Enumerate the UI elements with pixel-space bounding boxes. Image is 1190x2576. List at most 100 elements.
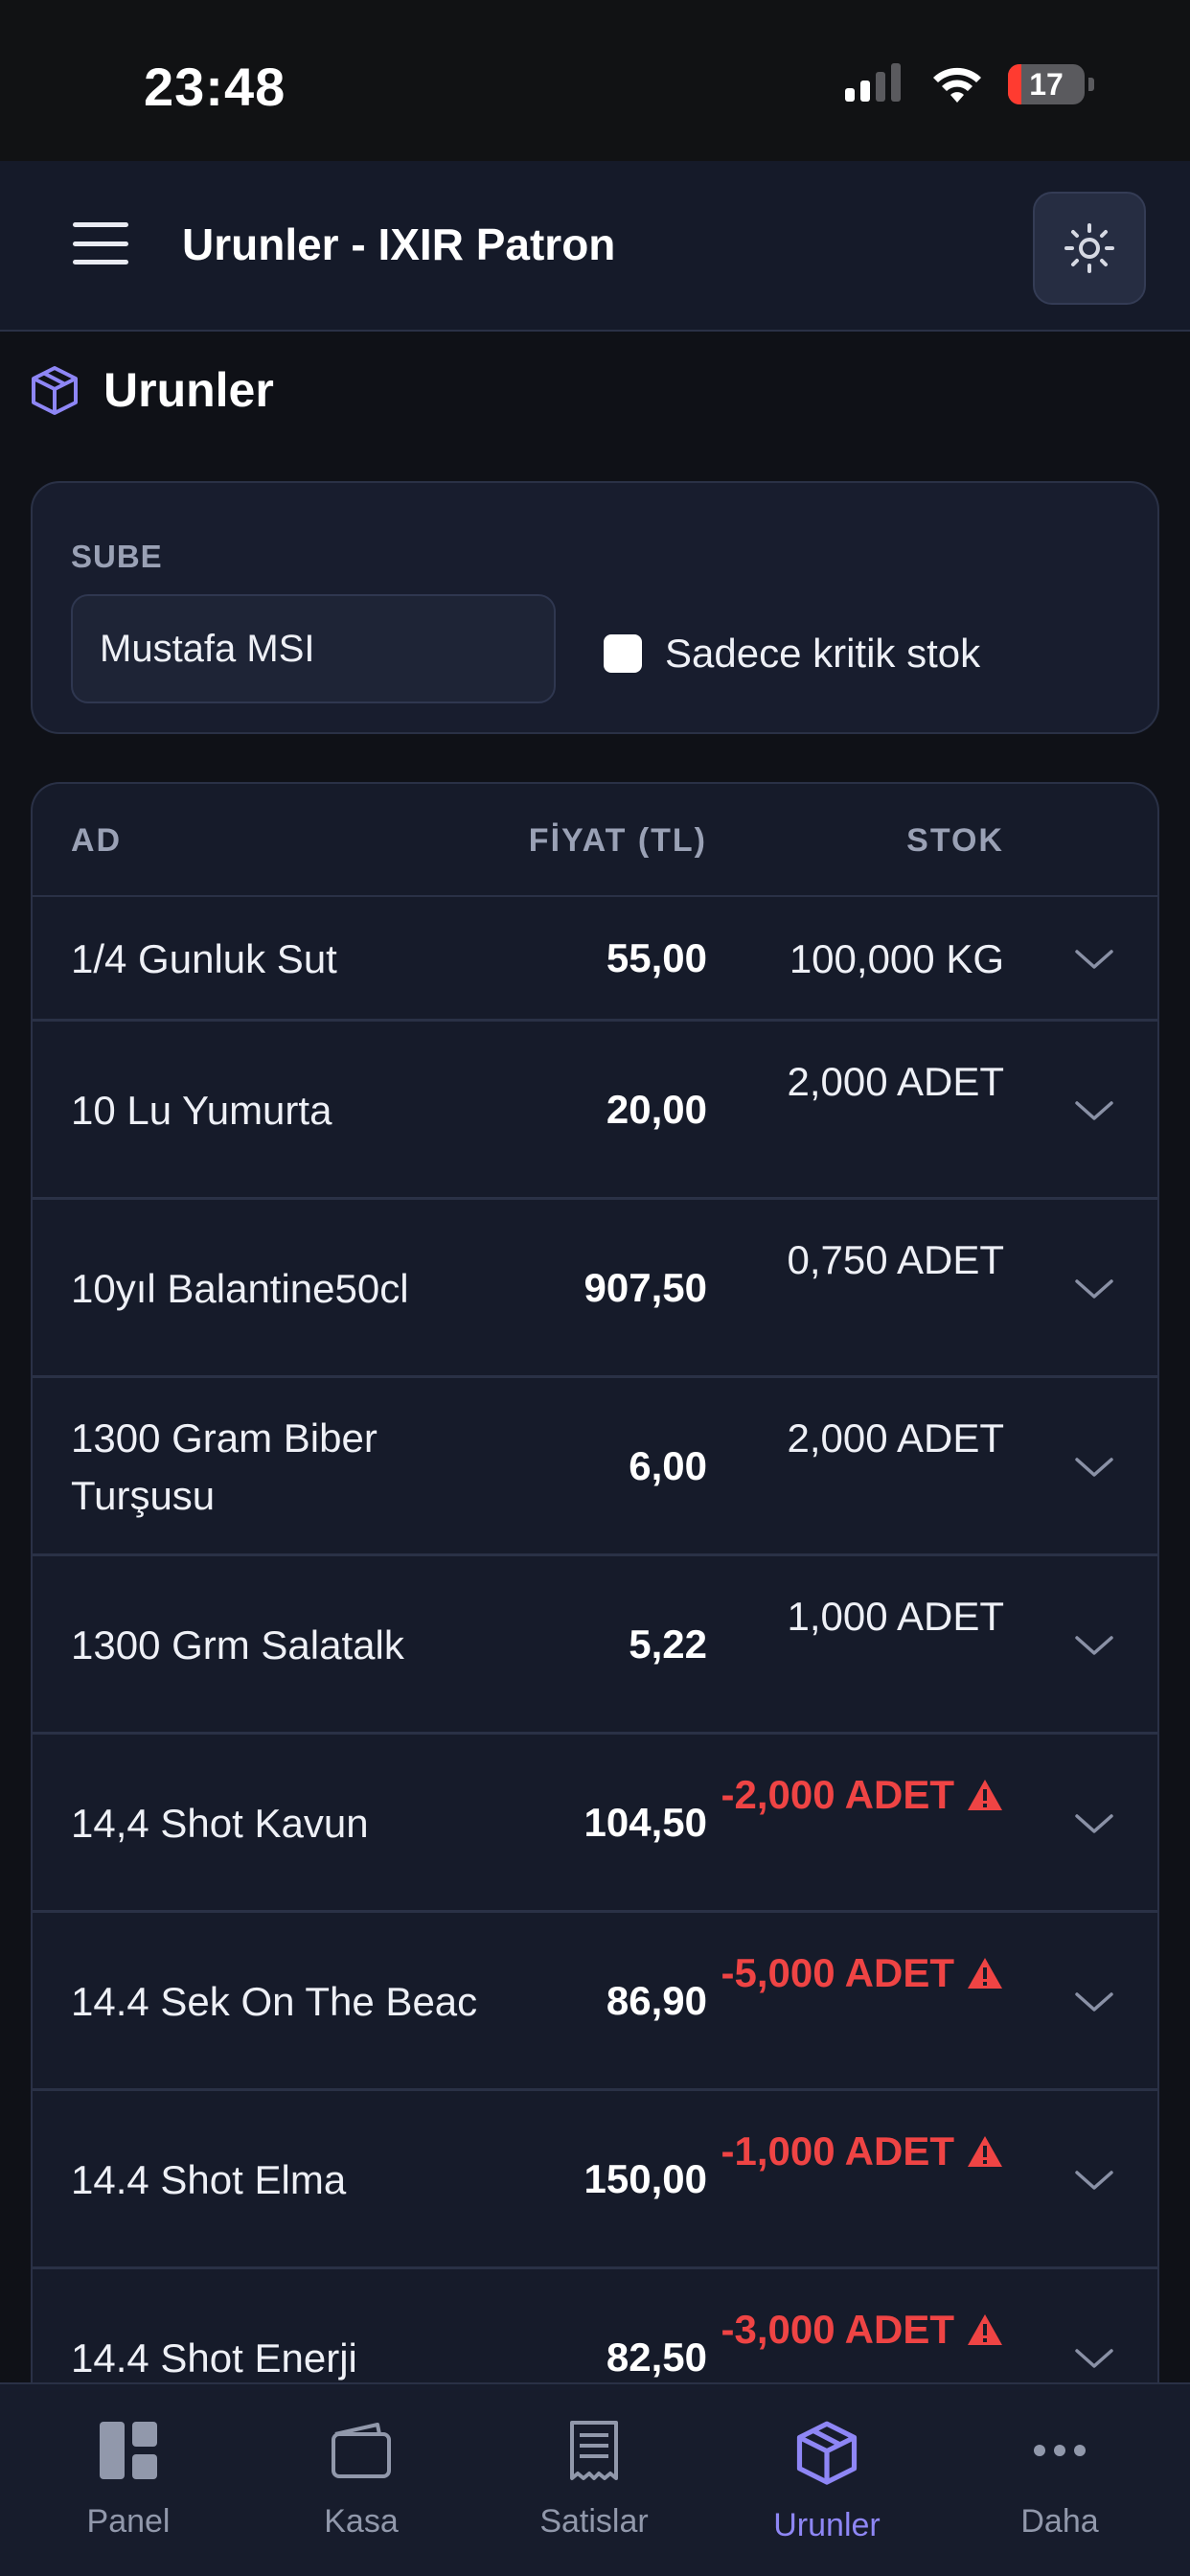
chevron-down-icon[interactable] [1073,946,1115,973]
chevron-down-icon[interactable] [1073,2167,1115,2194]
chevron-down-icon[interactable] [1073,1097,1115,1124]
nav-label-kasa: Kasa [324,2503,399,2540]
status-bar: 23:48 17 [0,0,1190,161]
product-name: 14.4 Sek On The Beac [71,1979,478,2024]
product-stock-value: -5,000 ADET [721,1950,954,1995]
column-header-name[interactable]: AD [71,822,122,860]
product-stock-critical: -1,000 ADET [698,2123,1004,2180]
chevron-down-icon[interactable] [1073,1989,1115,2015]
warning-icon [968,1958,1002,1989]
critical-stock-toggle[interactable]: Sadece kritik stok [604,631,980,677]
menu-button[interactable] [71,217,130,270]
product-name: 10yıl Balantine50cl [71,1266,409,1311]
table-row[interactable]: 10 Lu Yumurta 20,00 2,000 ADET [33,1022,1157,1200]
chevron-down-icon[interactable] [1073,1810,1115,1837]
product-price: 82,50 [606,2334,707,2380]
wallet-icon [332,2423,391,2478]
warning-icon [968,2314,1002,2345]
product-stock: 2,000 ADET [698,1410,1004,1467]
product-stock-critical: -5,000 ADET [698,1944,1004,2002]
product-name: 1/4 Gunluk Sut [71,936,337,981]
box-icon [796,2421,858,2485]
product-stock-value: -1,000 ADET [721,2128,954,2174]
product-stock-value: -3,000 ADET [721,2307,954,2352]
nav-label-panel: Panel [86,2503,171,2540]
products-table: AD FİYAT (TL) STOK 1/4 Gunluk Sut 55,00 10… [31,782,1159,2576]
battery-indicator: 17 [1008,64,1085,104]
product-price: 86,90 [606,1978,707,2023]
product-stock-value: -2,000 ADET [721,1772,954,1817]
product-price: 907,50 [584,1265,707,1310]
signal-icon [845,63,901,102]
table-row[interactable]: 10yıl Balantine50cl 907,50 0,750 ADET [33,1200,1157,1378]
nav-item-daha[interactable]: Daha [964,2419,1156,2541]
product-stock-value: 1,000 ADET [787,1594,1004,1639]
nav-label-satislar: Satislar [539,2503,649,2540]
sun-icon [1064,223,1114,273]
table-row[interactable]: 14.4 Shot Elma 150,00 -1,000 ADET [33,2091,1157,2269]
table-row[interactable]: 1300 Gram Biber Turşusu 6,00 2,000 ADET [33,1378,1157,1556]
product-name: 1300 Gram Biber Turşusu [71,1415,378,1518]
column-header-stock[interactable]: STOK [906,822,1004,860]
wifi-icon [933,67,981,103]
app-title: Urunler - IXIR Patron [182,219,616,269]
dashboard-icon [100,2422,157,2479]
product-name: 14.4 Shot Elma [71,2157,347,2202]
filter-card: SUBE Mustafa MSI Sadece kritik stok [31,481,1159,734]
status-icons: 17 [845,63,1094,105]
battery-cap [1088,78,1094,91]
product-price: 20,00 [606,1087,707,1132]
branch-select[interactable]: Mustafa MSI [71,594,556,703]
theme-toggle-button[interactable] [1033,192,1146,305]
product-name: 1300 Grm Salatalk [71,1622,404,1668]
product-name: 14,4 Shot Kavun [71,1801,369,1846]
menu-icon-line [73,260,128,264]
menu-icon [73,222,128,227]
critical-stock-checkbox[interactable] [604,634,642,673]
menu-icon-line [73,241,128,246]
table-row[interactable]: 14.4 Sek On The Beac 86,90 -5,000 ADET [33,1913,1157,2091]
chevron-down-icon[interactable] [1073,1276,1115,1302]
nav-item-satislar[interactable]: Satislar [498,2419,690,2541]
chevron-down-icon[interactable] [1073,1632,1115,1659]
branch-label: SUBE [71,539,163,574]
table-row[interactable]: 14,4 Shot Kavun 104,50 -2,000 ADET [33,1735,1157,1913]
status-time: 23:48 [144,57,286,117]
product-price: 150,00 [584,2156,707,2201]
critical-stock-label: Sadece kritik stok [665,631,981,676]
table-row[interactable]: 1300 Grm Salatalk 5,22 1,000 ADET [33,1556,1157,1735]
table-row[interactable]: 1/4 Gunluk Sut 55,00 100,000 KG [33,897,1157,1022]
product-name: 10 Lu Yumurta [71,1088,332,1133]
table-header: AD FİYAT (TL) STOK [33,784,1157,897]
column-header-price[interactable]: FİYAT (TL) [529,822,707,860]
page-heading: Urunler [29,362,274,418]
nav-item-kasa[interactable]: Kasa [265,2419,457,2541]
product-stock-critical: -2,000 ADET [698,1766,1004,1824]
product-stock: 100,000 KG [698,931,1004,988]
nav-label-daha: Daha [1020,2503,1099,2540]
nav-item-urunler[interactable]: Urunler [731,2419,923,2544]
chevron-down-icon[interactable] [1073,2345,1115,2372]
warning-icon [968,1780,1002,1810]
product-stock-value: 2,000 ADET [787,1415,1004,1460]
nav-item-panel[interactable]: Panel [33,2419,224,2541]
product-name: 14.4 Shot Enerji [71,2335,357,2380]
product-stock-value: 2,000 ADET [787,1059,1004,1104]
product-stock-critical: -3,000 ADET [698,2301,1004,2358]
box-icon [32,366,78,415]
product-stock: 2,000 ADET [698,1053,1004,1111]
warning-icon [968,2136,1002,2167]
battery-percent: 17 [1029,66,1064,102]
chevron-down-icon[interactable] [1073,1454,1115,1481]
product-stock-value: 0,750 ADET [787,1237,1004,1282]
product-price: 55,00 [606,935,707,980]
receipt-icon [570,2421,618,2480]
battery-level [1008,64,1021,104]
app-header: Urunler - IXIR Patron [0,161,1190,332]
page-title: Urunler [103,363,274,417]
product-stock-value: 100,000 KG [789,936,1004,981]
product-price: 5,22 [629,1622,707,1667]
nav-label-urunler: Urunler [773,2507,881,2543]
product-price: 104,50 [584,1800,707,1845]
product-price: 6,00 [629,1443,707,1488]
